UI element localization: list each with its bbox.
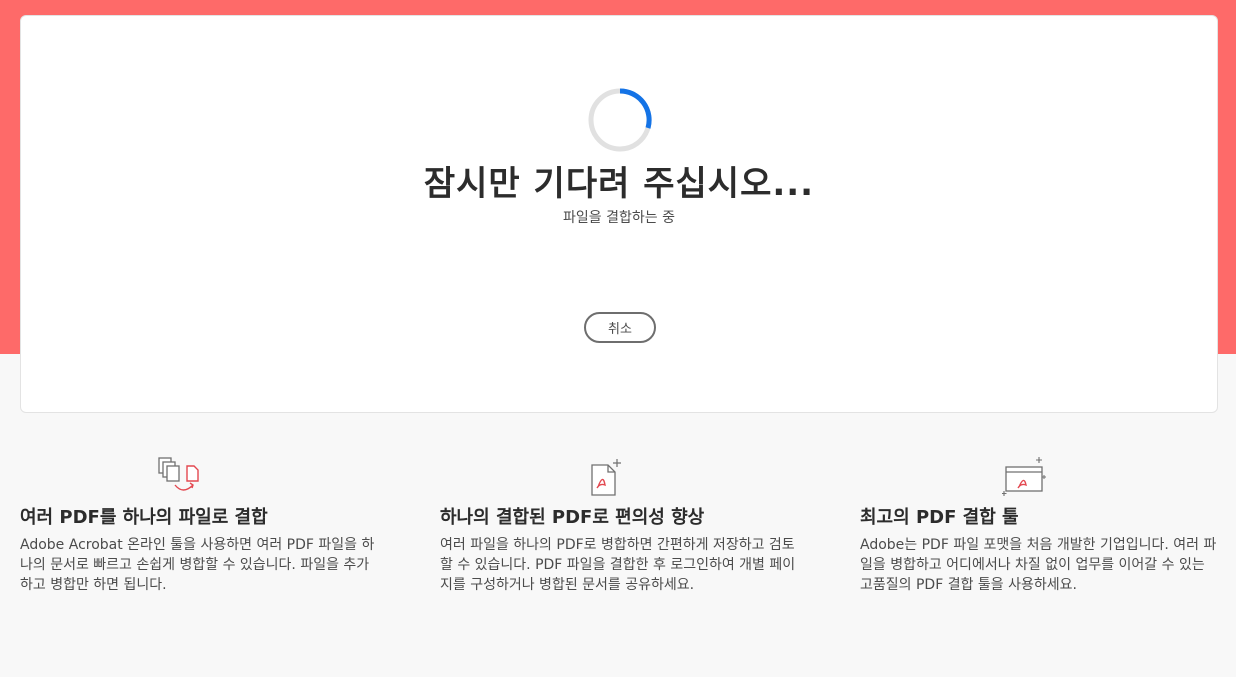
feature-combine: 여러 PDF를 하나의 파일로 결합 Adobe Acrobat 온라인 툴을 … <box>20 455 380 595</box>
page-title: 잠시만 기다려 주십시오... <box>423 164 815 204</box>
feature-convenience: 하나의 결합된 PDF로 편의성 향상 여러 파일을 하나의 PDF로 병합하면… <box>440 455 800 595</box>
loading-spinner-icon <box>588 88 652 152</box>
feature-title: 하나의 결합된 PDF로 편의성 향상 <box>440 507 705 528</box>
pdf-window-icon <box>1002 457 1046 496</box>
progress-card: 잠시만 기다려 주십시오... 파일을 결합하는 중 취소 <box>20 15 1218 413</box>
feature-description: 여러 파일을 하나의 PDF로 병합하면 간편하게 저장하고 검토할 수 있습니… <box>440 537 796 593</box>
pdf-document-icon <box>591 459 621 496</box>
feature-description: Adobe Acrobat 온라인 툴을 사용하면 여러 PDF 파일을 하나의… <box>20 537 375 593</box>
feature-description: Adobe는 PDF 파일 포맷을 처음 개발한 기업입니다. 여러 파일을 병… <box>860 537 1217 593</box>
feature-title: 최고의 PDF 결합 툴 <box>860 507 1019 528</box>
status-subtitle: 파일을 결합하는 중 <box>563 210 675 226</box>
feature-title: 여러 PDF를 하나의 파일로 결합 <box>20 507 268 528</box>
combine-files-icon <box>158 457 199 491</box>
feature-best-tool: 최고의 PDF 결합 툴 Adobe는 PDF 파일 포맷을 처음 개발한 기업… <box>860 455 1220 595</box>
cancel-button[interactable]: 취소 <box>584 312 656 343</box>
